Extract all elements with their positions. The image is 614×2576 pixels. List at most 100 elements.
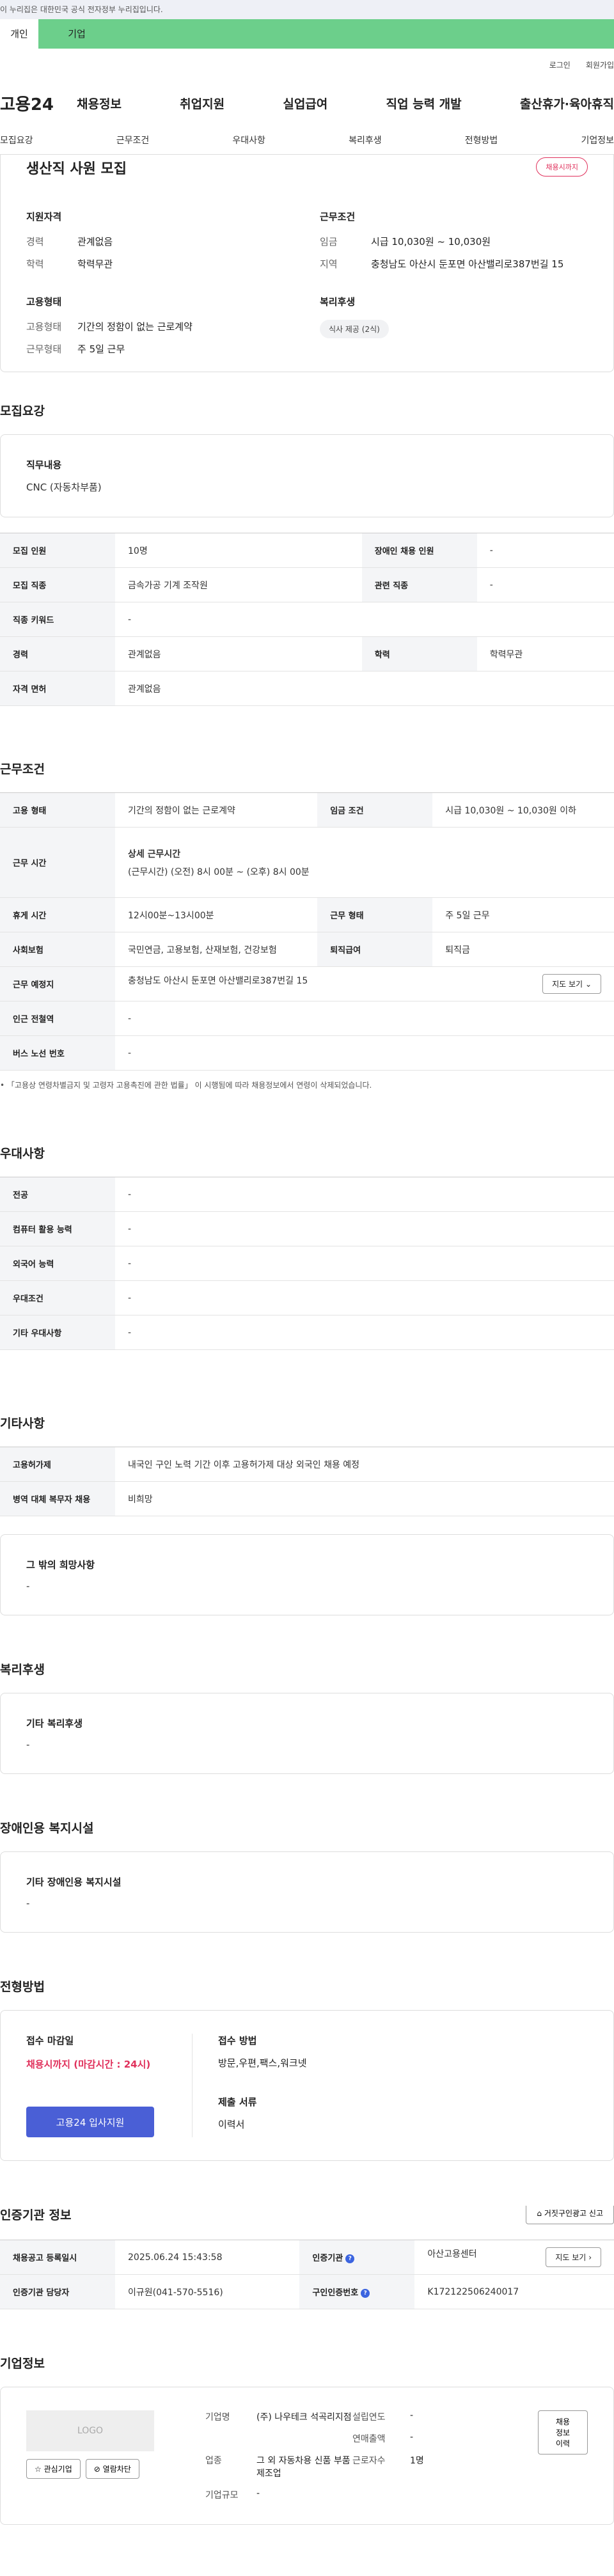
favorite-company-button[interactable]: ☆ 관심기업 [26, 2459, 81, 2479]
welfare-title: 복리후생 [0, 1663, 45, 1677]
row-value: 비희망 [115, 1481, 614, 1516]
cert-map-button[interactable]: 지도 보기 › [546, 2247, 601, 2267]
table-row: 전공 - [0, 1177, 614, 1212]
row-value: 기간의 정함이 없는 근로계약 [115, 792, 318, 828]
gov-notice: 이 누리집은 대한민국 공식 전자정부 누리집입니다. [0, 0, 614, 19]
gnb-item-support[interactable]: 취업지원 [180, 95, 224, 112]
row-value: 시급 10,030원 ~ 10,030원 이하 [432, 792, 614, 828]
founded-label: 설립연도 [352, 2412, 386, 2423]
block-button[interactable]: ⊘ 열람차단 [85, 2459, 139, 2479]
size-label: 기업규모 [205, 2490, 239, 2501]
tab-recruit[interactable]: 모집요강 [0, 134, 33, 146]
employees-label: 근로자수 [352, 2456, 386, 2466]
row-label: 임금 조건 [317, 792, 433, 828]
history-button[interactable]: 채용정보 이력 [538, 2410, 588, 2454]
table-row: 직종 키워드 - [0, 602, 614, 637]
company-box: LOGO ☆ 관심기업 ⊘ 열람차단 기업명 (주) 나우테크 석곡리지점 설립… [0, 2387, 614, 2525]
welfare-box-heading: 기타 복리후생 [26, 1718, 83, 1729]
cert-map-button-label: 지도 보기 [555, 2253, 586, 2262]
report-button[interactable]: ⌂ 거짓구인광고 신고 [526, 2206, 614, 2224]
row-label: 인근 전철역 [0, 1001, 115, 1036]
deadline-value: 채용시까지 (마감시간 : 24시) [26, 2059, 151, 2070]
qual-label: 학력 [26, 258, 44, 270]
cert-title-row: 인증기관 정보 ⌂ 거짓구인광고 신고 [0, 2206, 614, 2224]
block-button-label: 열람차단 [102, 2465, 131, 2474]
process-title: 전형방법 [0, 1980, 45, 1994]
table-row: 경력 관계없음 학력 학력무관 [0, 636, 614, 671]
table-row: 컴퓨터 활용 능력 - [0, 1211, 614, 1246]
gnb-item-jobs[interactable]: 채용정보 [77, 95, 122, 112]
industry-value: 그 외 자동차용 신품 부품 제조업 [256, 2456, 350, 2479]
method-heading: 접수 방법 [218, 2035, 257, 2046]
time-heading: 상세 근무시간 [128, 849, 181, 860]
apply-button[interactable]: 고용24 입사지원 [26, 2107, 154, 2137]
row-label: 근무 시간 [0, 827, 115, 898]
table-row: 사회보험 국민연금, 고용보험, 산재보험, 건강보험 퇴직급여 퇴직금 [0, 932, 614, 967]
other-wish-heading: 그 밖의 희망사항 [26, 1559, 95, 1571]
qual-value: 관계없음 [77, 236, 113, 247]
tab-company[interactable]: 기업정보 [581, 134, 614, 146]
tab-person[interactable]: 개인 [0, 19, 38, 49]
sales-label: 연매출액 [352, 2434, 386, 2444]
row-label: 기타 우대사항 [0, 1315, 115, 1350]
disabled-box: 기타 장애인용 복지시설 - [0, 1851, 614, 1933]
inst-value: 아산고용센터 [427, 2249, 477, 2259]
row-value: - [115, 1246, 614, 1281]
help-icon[interactable]: ? [361, 2288, 370, 2298]
row-label: 학력 [361, 636, 477, 671]
login-link[interactable]: 로그인 [549, 59, 571, 70]
help-icon[interactable]: ? [345, 2254, 355, 2263]
pref-table: 전공 - 컴퓨터 활용 능력 - 외국어 능력 - 우대조건 - 기타 우대사항 - [0, 1177, 614, 1350]
row-label: 경력 [0, 636, 115, 671]
gnb-item-training[interactable]: 직업 능력 개발 [386, 95, 462, 112]
age-note-text: 「고용상 연령차별금지 및 고령자 고용촉진에 관한 법률」 이 시행됨에 따라… [6, 1081, 372, 1090]
row-label: 전공 [0, 1177, 115, 1212]
row-value: 아산고용센터 지도 보기 › [414, 2240, 614, 2275]
qual-heading: 지원자격 [26, 211, 62, 223]
deadline-heading: 접수 마감일 [26, 2035, 74, 2046]
emp-label: 고용형태 [26, 321, 62, 333]
tab-pref[interactable]: 우대사항 [232, 134, 265, 146]
tab-welfare[interactable]: 복리후생 [349, 134, 382, 146]
recruit-title: 모집요강 [0, 404, 45, 418]
tab-biz[interactable]: 기업 [38, 19, 115, 49]
row-value: 내국인 구인 노력 기간 이후 고용허가제 대상 외국인 채용 예정 [115, 1447, 614, 1482]
chevron-down-icon: ⌄ [585, 980, 592, 989]
welfare-box: 기타 복리후생 - [0, 1693, 614, 1774]
place-value: 충청남도 아산시 둔포면 아산밸리로387번길 15 [128, 976, 308, 986]
table-row: 우대조건 - [0, 1280, 614, 1315]
join-link[interactable]: 회원가입 [586, 59, 614, 70]
tab-work[interactable]: 근무조건 [116, 134, 150, 146]
cond-heading: 근무조건 [320, 211, 356, 223]
house-icon: ⌂ [537, 2209, 542, 2218]
table-row: 모집 직종 금속가공 기계 조작원 관련 직종 - [0, 567, 614, 602]
row-value: K172122506240017 [414, 2274, 614, 2309]
site-logo[interactable]: 고용24 [0, 91, 77, 115]
gnb-item-unemployment[interactable]: 실업급여 [283, 95, 327, 112]
etc-table: 고용허가제 내국인 구인 노력 기간 이후 고용허가제 대상 외국인 채용 예정 … [0, 1447, 614, 1516]
favorite-company-label: 관심기업 [43, 2465, 72, 2474]
welfare-heading: 복리후생 [320, 296, 356, 308]
sales-value: - [410, 2432, 414, 2442]
deadline-badge: 채용시까지 [536, 157, 588, 177]
table-row: 고용 형태 기간의 정함이 없는 근로계약 임금 조건 시급 10,030원 ~… [0, 792, 614, 828]
method-value: 방문,우편,팩스,워크넷 [218, 2057, 307, 2069]
row-value: 국민연금, 고용보험, 산재보험, 건강보험 [115, 932, 318, 967]
disabled-title: 장애인용 복지시설 [0, 1821, 94, 1835]
gnb-item-leave[interactable]: 출산휴가·육아휴직 [520, 95, 614, 112]
emp-value: 주 5일 근무 [77, 343, 125, 355]
row-value: - [115, 1280, 614, 1315]
map-button[interactable]: 지도 보기 ⌄ [542, 974, 601, 994]
row-label: 자격 면허 [0, 671, 115, 706]
tab-process[interactable]: 전형방법 [465, 134, 498, 146]
block-icon: ⊘ [93, 2465, 100, 2474]
work-title: 근무조건 [0, 762, 45, 776]
disabled-box-value: - [26, 1897, 30, 1909]
founded-value: - [410, 2410, 414, 2421]
row-label: 모집 직종 [0, 567, 115, 602]
row-label: 고용 형태 [0, 792, 115, 828]
table-row: 버스 노선 번호 - [0, 1035, 614, 1071]
qual-label: 경력 [26, 236, 44, 247]
duty-heading: 직무내용 [26, 459, 62, 471]
table-row: 채용공고 등록일시 2025.06.24 15:43:58 인증기관? 아산고용… [0, 2240, 614, 2275]
